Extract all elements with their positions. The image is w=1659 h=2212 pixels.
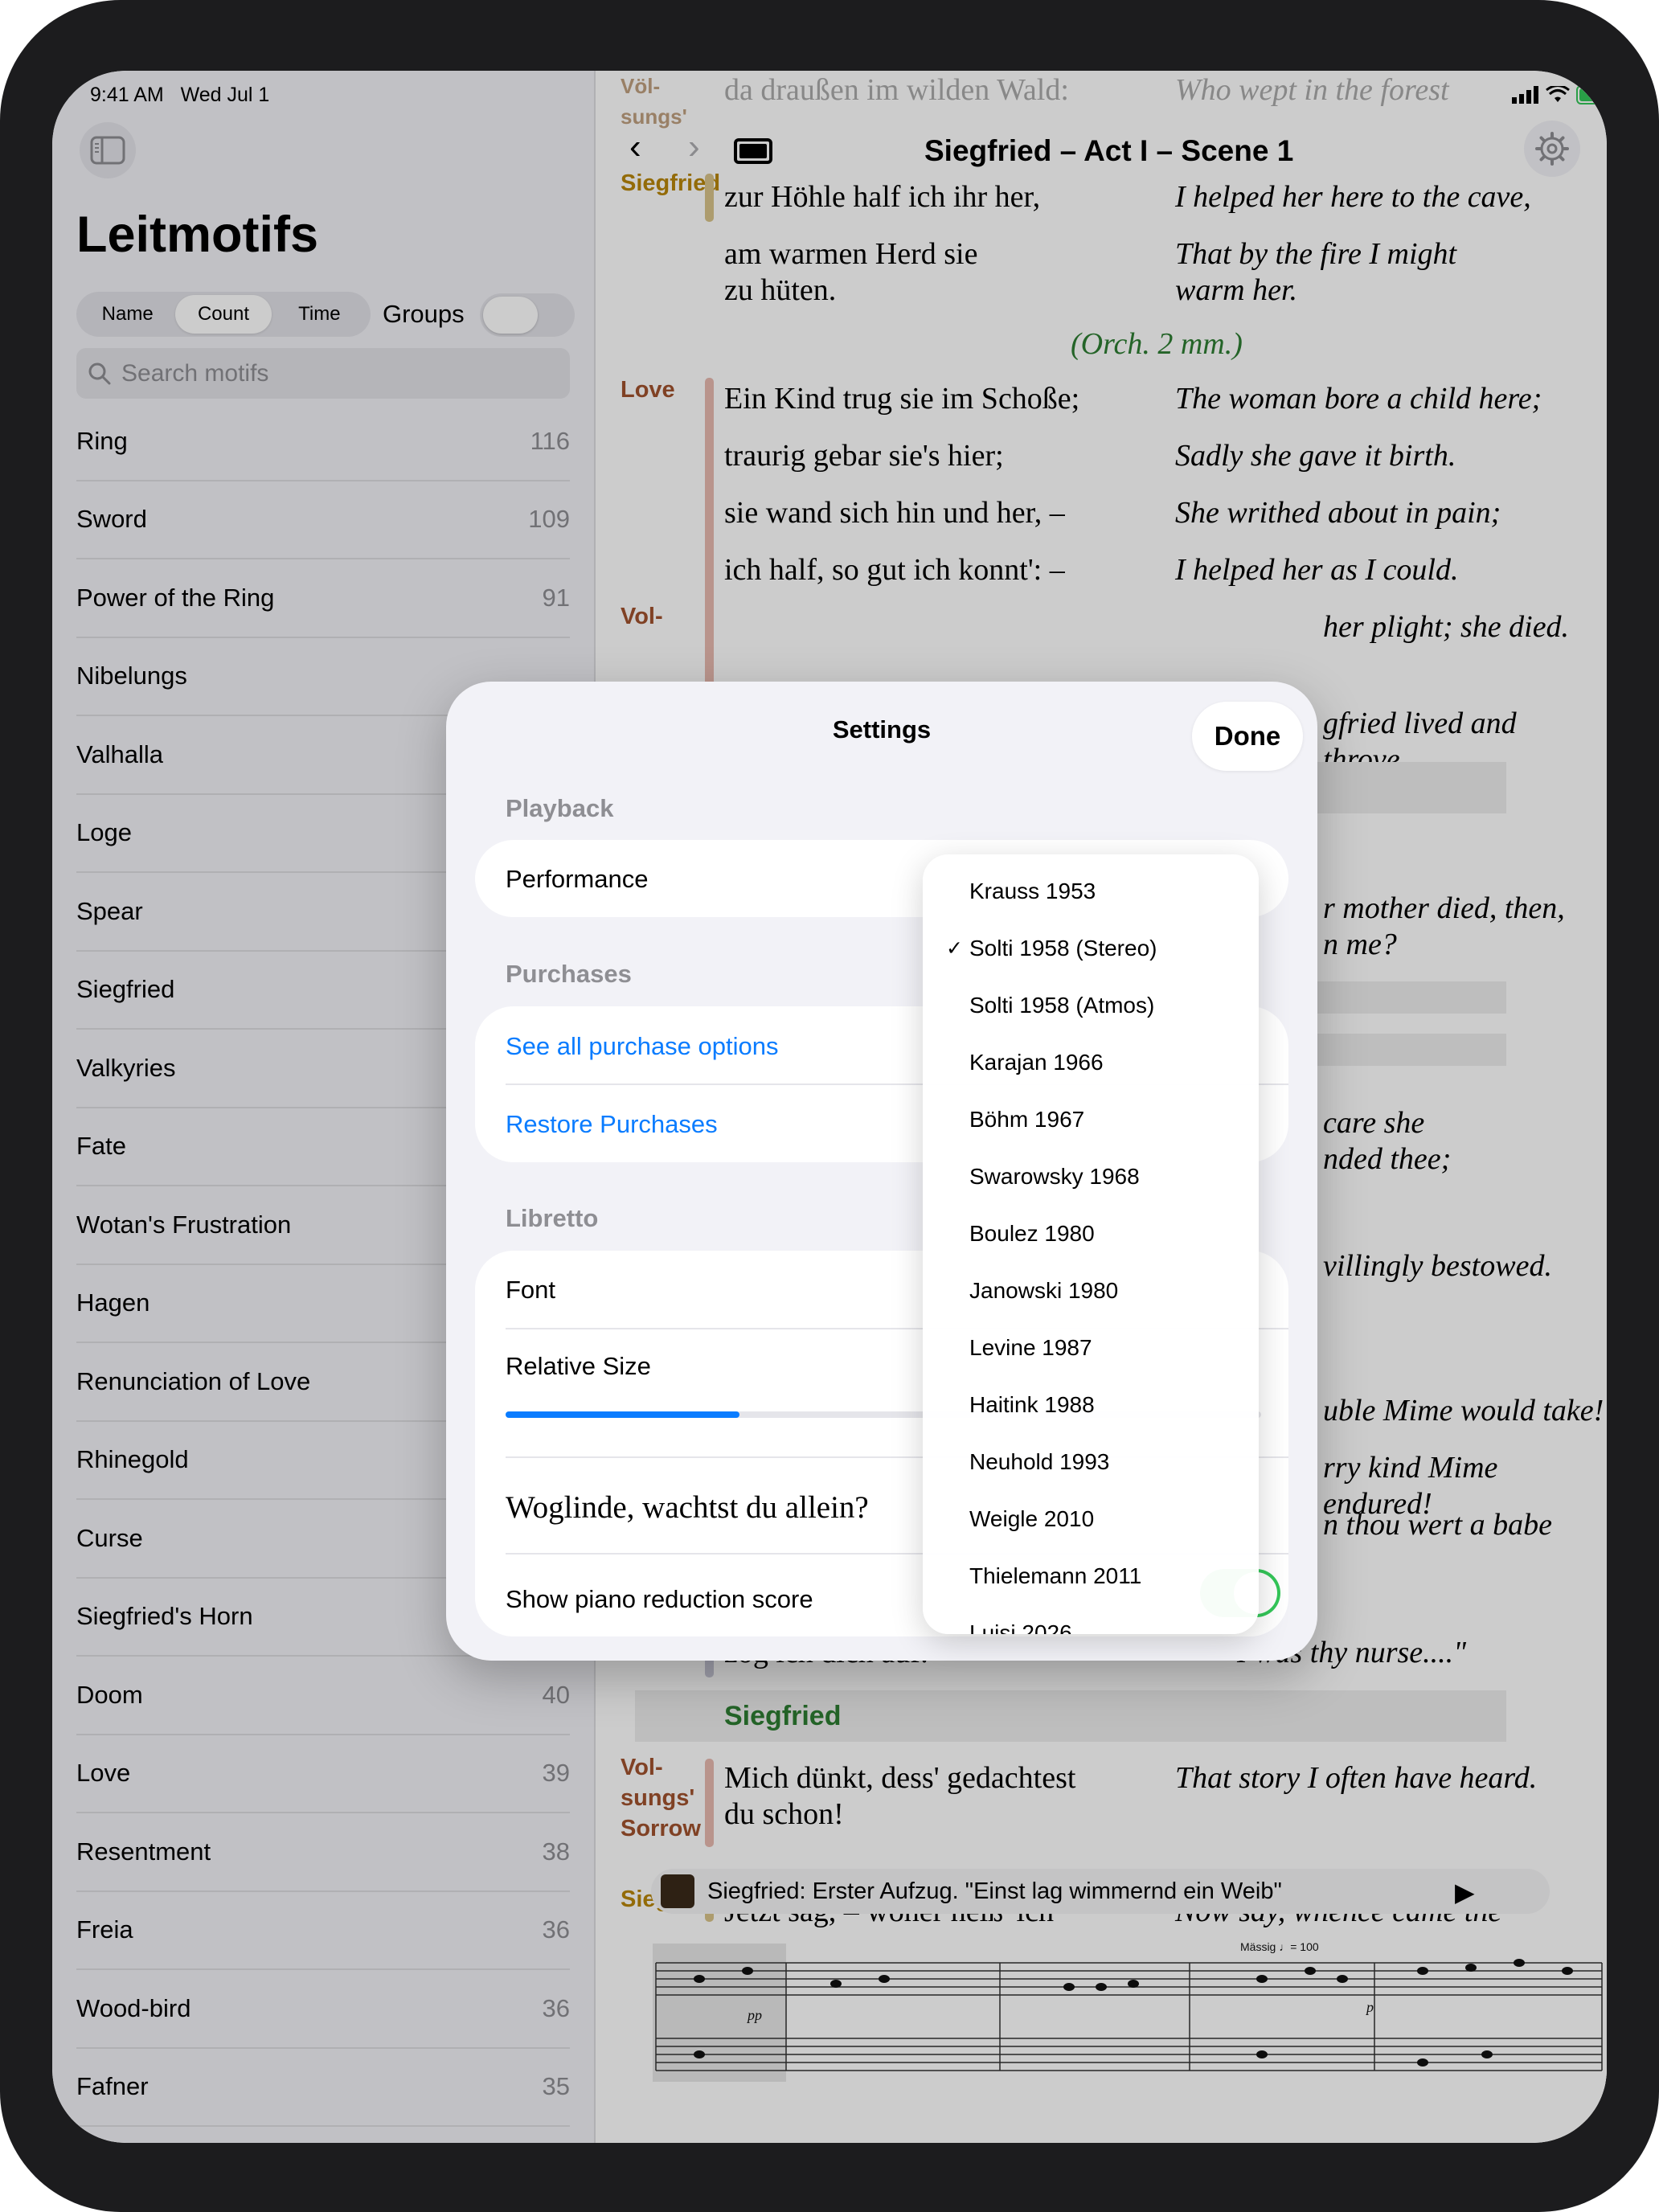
checkmark-icon: ✓ <box>946 936 963 960</box>
menu-item-performance[interactable]: Haitink 1988 <box>923 1376 1259 1433</box>
menu-item-performance[interactable]: Janowski 1980 <box>923 1262 1259 1319</box>
menu-item-performance[interactable]: Solti 1958 (Atmos) <box>923 977 1259 1034</box>
see-all-purchase-options-link[interactable]: See all purchase options <box>506 1032 779 1061</box>
menu-item-label: Krauss 1953 <box>969 878 1096 903</box>
menu-item-label: Böhm 1967 <box>969 1106 1085 1132</box>
menu-item-performance[interactable]: Krauss 1953 <box>923 862 1259 920</box>
performance-label[interactable]: Performance <box>506 865 648 894</box>
screen: 9:41 AM Wed Jul 1 Leitmotifs Name Count … <box>52 71 1607 2143</box>
menu-item-label: Luisi 2026 <box>969 1620 1072 1635</box>
section-header-libretto: Libretto <box>506 1204 599 1232</box>
restore-purchases-link[interactable]: Restore Purchases <box>506 1110 718 1139</box>
font-label[interactable]: Font <box>506 1276 555 1305</box>
section-header-playback: Playback <box>506 794 614 822</box>
menu-item-label: Weigle 2010 <box>969 1505 1095 1531</box>
relative-size-label: Relative Size <box>506 1352 651 1380</box>
menu-item-label: Levine 1987 <box>969 1334 1092 1360</box>
font-preview-text: Woglinde, wachtst du allein? <box>506 1490 869 1525</box>
menu-item-label: Swarowsky 1968 <box>969 1163 1140 1189</box>
menu-item-label: Thielemann 2011 <box>969 1563 1142 1588</box>
done-button[interactable]: Done <box>1192 702 1303 771</box>
menu-item-performance[interactable]: Thielemann 2011 <box>923 1547 1259 1604</box>
menu-item-performance[interactable]: Levine 1987 <box>923 1319 1259 1376</box>
menu-item-label: Boulez 1980 <box>969 1220 1095 1246</box>
piano-score-label: Show piano reduction score <box>506 1585 813 1613</box>
menu-item-label: Solti 1958 (Stereo) <box>969 935 1157 961</box>
menu-item-performance[interactable]: Luisi 2026 <box>923 1604 1259 1635</box>
menu-item-label: Neuhold 1993 <box>969 1448 1110 1474</box>
performance-menu: Krauss 1953 ✓ Solti 1958 (Stereo) Solti 1… <box>923 854 1259 1634</box>
slider-fill <box>506 1411 740 1418</box>
menu-item-performance[interactable]: Swarowsky 1968 <box>923 1148 1259 1205</box>
menu-item-performance[interactable]: Boulez 1980 <box>923 1205 1259 1262</box>
menu-item-performance[interactable]: Weigle 2010 <box>923 1490 1259 1547</box>
menu-item-label: Haitink 1988 <box>969 1391 1095 1417</box>
menu-item-performance[interactable]: Karajan 1966 <box>923 1034 1259 1091</box>
menu-item-label: Solti 1958 (Atmos) <box>969 992 1155 1018</box>
menu-item-label: Karajan 1966 <box>969 1049 1104 1075</box>
menu-item-performance[interactable]: Böhm 1967 <box>923 1091 1259 1148</box>
section-header-purchases: Purchases <box>506 960 632 988</box>
device-frame: 9:41 AM Wed Jul 1 Leitmotifs Name Count … <box>0 0 1659 2212</box>
settings-title: Settings <box>832 715 932 743</box>
menu-item-performance[interactable]: Neuhold 1993 <box>923 1433 1259 1490</box>
menu-item-performance-selected[interactable]: ✓ Solti 1958 (Stereo) <box>923 920 1259 977</box>
menu-item-label: Janowski 1980 <box>969 1277 1119 1303</box>
